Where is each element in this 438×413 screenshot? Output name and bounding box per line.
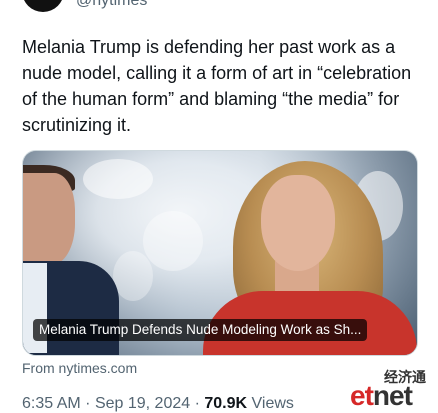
tweet-meta: 6:35 AM · Sep 19, 2024 · 70.9K Views — [22, 395, 294, 413]
watermark-brand: etnet — [350, 380, 413, 411]
meta-separator: · — [85, 395, 91, 412]
tweet-text: Melania Trump is defending her past work… — [22, 37, 412, 135]
account-handle[interactable]: @nytimes — [76, 0, 147, 10]
views-label: Views — [251, 395, 294, 412]
card-source[interactable]: From nytimes.com — [22, 360, 137, 376]
card-headline[interactable]: Melania Trump Defends Nude Modeling Work… — [33, 319, 368, 341]
watermark-brand-rest: net — [372, 380, 413, 411]
etnet-watermark: 经济通 etnet — [350, 365, 438, 413]
watermark-brand-first: et — [350, 380, 374, 411]
views-count: 70.9K — [204, 395, 248, 412]
meta-separator: · — [194, 395, 200, 412]
avatar[interactable] — [22, 0, 64, 12]
tweet-date[interactable]: Sep 19, 2024 — [95, 395, 190, 412]
tweet-time[interactable]: 6:35 AM — [22, 395, 81, 412]
link-card[interactable]: Melania Trump Defends Nude Modeling Work… — [22, 150, 418, 356]
